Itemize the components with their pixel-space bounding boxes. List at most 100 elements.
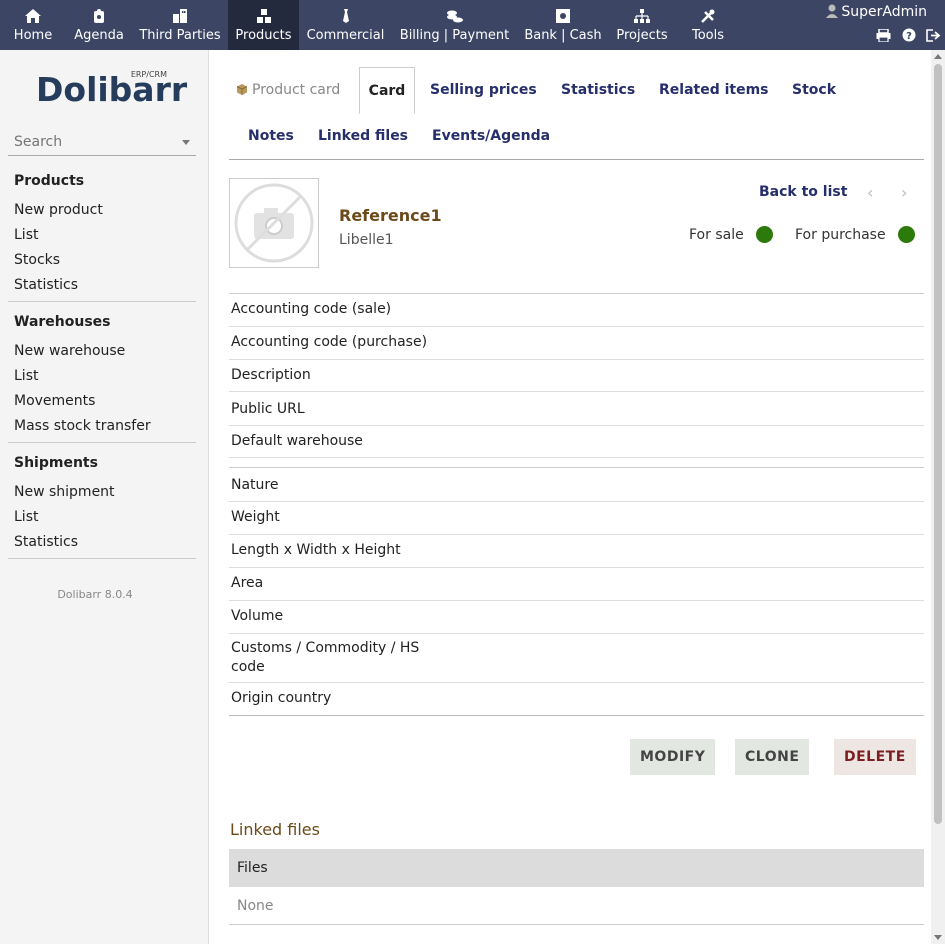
topmenu-home[interactable]: Home [0,0,66,50]
help-icon[interactable]: ? [902,28,916,46]
menu-item-shipment-list[interactable]: List [8,507,196,532]
menu-item-new-shipment[interactable]: New shipment [8,482,196,507]
top-tools: ? [870,27,941,46]
logo-sup: ERP/CRM [130,70,167,79]
for-purchase-label: For purchase [795,227,886,243]
field-row: Weight [229,502,924,535]
menu-item-shipment-statistics[interactable]: Statistics [8,532,196,557]
hierarchy-icon [634,9,650,23]
boxes-icon [256,9,271,23]
no-photo-icon [234,183,314,263]
section-divider [229,458,924,468]
svg-text:?: ? [906,31,912,42]
field-row: Accounting code (purchase) [229,327,924,360]
status-on-icon [897,226,915,243]
clone-button[interactable]: CLONE [735,739,810,775]
topmenu-tools-label: Tools [691,28,725,43]
topmenu-agenda[interactable]: Agenda [66,0,132,50]
topmenu-billing-label: Billing | Payment [399,28,510,43]
tab-events-agenda[interactable]: Events/Agenda [432,128,550,144]
action-buttons: MODIFY CLONE DELETE [629,739,919,775]
product-label: Libelle1 [339,232,394,248]
field-label: Accounting code (purchase) [231,334,428,350]
menu-item-mass-stock-transfer[interactable]: Mass stock transfer [8,416,196,441]
logout-icon[interactable] [926,28,941,46]
topmenu-third-parties[interactable]: Third Parties [132,0,228,50]
menu-item-product-list[interactable]: List [8,225,196,250]
field-row: Volume [229,601,924,634]
field-label: Customs / Commodity / HS code [231,640,420,675]
scroll-up-icon[interactable] [934,54,942,59]
topmenu-commercial[interactable]: Commercial [299,0,392,50]
left-sidebar: Dolibarr ERP/CRM Products New product Li… [0,50,209,944]
field-row: Accounting code (sale) [229,294,924,327]
topmenu-tools[interactable]: Tools [675,0,741,50]
print-icon[interactable] [876,27,891,46]
back-to-list-link[interactable]: Back to list [759,184,847,200]
for-sale-status[interactable]: For sale [689,226,773,243]
topmenu-billing[interactable]: Billing | Payment [392,0,517,50]
chevron-left-icon[interactable]: ‹ [867,183,873,202]
dolibarr-logo[interactable]: Dolibarr ERP/CRM [36,70,187,110]
product-fields: Accounting code (sale) Accounting code (… [229,294,924,716]
field-row: Description [229,360,924,392]
product-photo-placeholder[interactable] [229,178,319,268]
tab-related-items[interactable]: Related items [659,82,769,98]
vertical-scrollbar[interactable] [931,50,945,944]
tab-notes[interactable]: Notes [248,128,294,144]
delete-button[interactable]: DELETE [834,739,916,775]
status-on-icon [755,226,773,243]
menu-title-warehouses[interactable]: Warehouses [8,312,196,341]
user-icon [826,4,839,18]
menu-item-new-product[interactable]: New product [8,200,196,225]
topmenu-third-parties-label: Third Parties [139,28,221,43]
topmenu-projects[interactable]: Projects [609,0,675,50]
linked-files-table: Files None [229,849,924,925]
field-row: Customs / Commodity / HS code [229,634,924,683]
tab-linked-files[interactable]: Linked files [318,128,408,144]
home-icon [25,9,41,23]
menu-item-new-warehouse[interactable]: New warehouse [8,341,196,366]
product-card-text: Product card [252,82,341,98]
menu-title-shipments[interactable]: Shipments [8,453,196,482]
menu-item-stocks[interactable]: Stocks [8,250,196,275]
safe-icon [556,9,570,23]
chevron-down-icon[interactable] [182,140,190,145]
scroll-down-icon[interactable] [934,935,942,940]
product-icon [237,84,247,95]
chevron-right-icon[interactable]: › [901,183,907,202]
menu-block-shipments: Shipments New shipment List Statistics [8,453,196,559]
topmenu-products[interactable]: Products [228,0,299,50]
tab-statistics[interactable]: Statistics [561,82,635,98]
field-row: Area [229,568,924,601]
field-row: Length x Width x Height [229,535,924,568]
building-icon [173,9,187,23]
topmenu-bank[interactable]: Bank | Cash [517,0,609,50]
modify-button[interactable]: MODIFY [630,739,716,775]
menu-item-movements[interactable]: Movements [8,391,196,416]
field-label: Public URL [231,401,305,417]
product-header-card: Reference1 Libelle1 Back to list ‹ › For… [229,178,924,294]
for-purchase-status[interactable]: For purchase [795,226,915,243]
search-box[interactable] [8,128,196,156]
field-label: Nature [231,477,279,493]
user-menu[interactable]: SuperAdmin [826,4,927,20]
menu-item-warehouse-list[interactable]: List [8,366,196,391]
top-right-area: SuperAdmin ? [820,0,945,50]
field-label: Weight [231,509,280,525]
menu-item-product-statistics[interactable]: Statistics [8,275,196,300]
tab-product-card-label: Product card [237,82,340,98]
field-row: Default warehouse [229,426,924,458]
field-label: Length x Width x Height [231,542,401,558]
search-input[interactable] [8,128,168,156]
linked-files-title: Linked files [230,820,320,839]
menu-block-products: Products New product List Stocks Statist… [8,171,196,302]
menu-title-products[interactable]: Products [8,171,196,200]
field-label: Area [231,575,264,591]
scrollbar-thumb[interactable] [934,64,942,824]
tab-card[interactable]: Card [359,67,415,114]
tab-selling-prices[interactable]: Selling prices [430,82,537,98]
field-row: Origin country [229,683,924,716]
field-label: Volume [231,608,284,624]
tab-stock[interactable]: Stock [792,82,836,98]
